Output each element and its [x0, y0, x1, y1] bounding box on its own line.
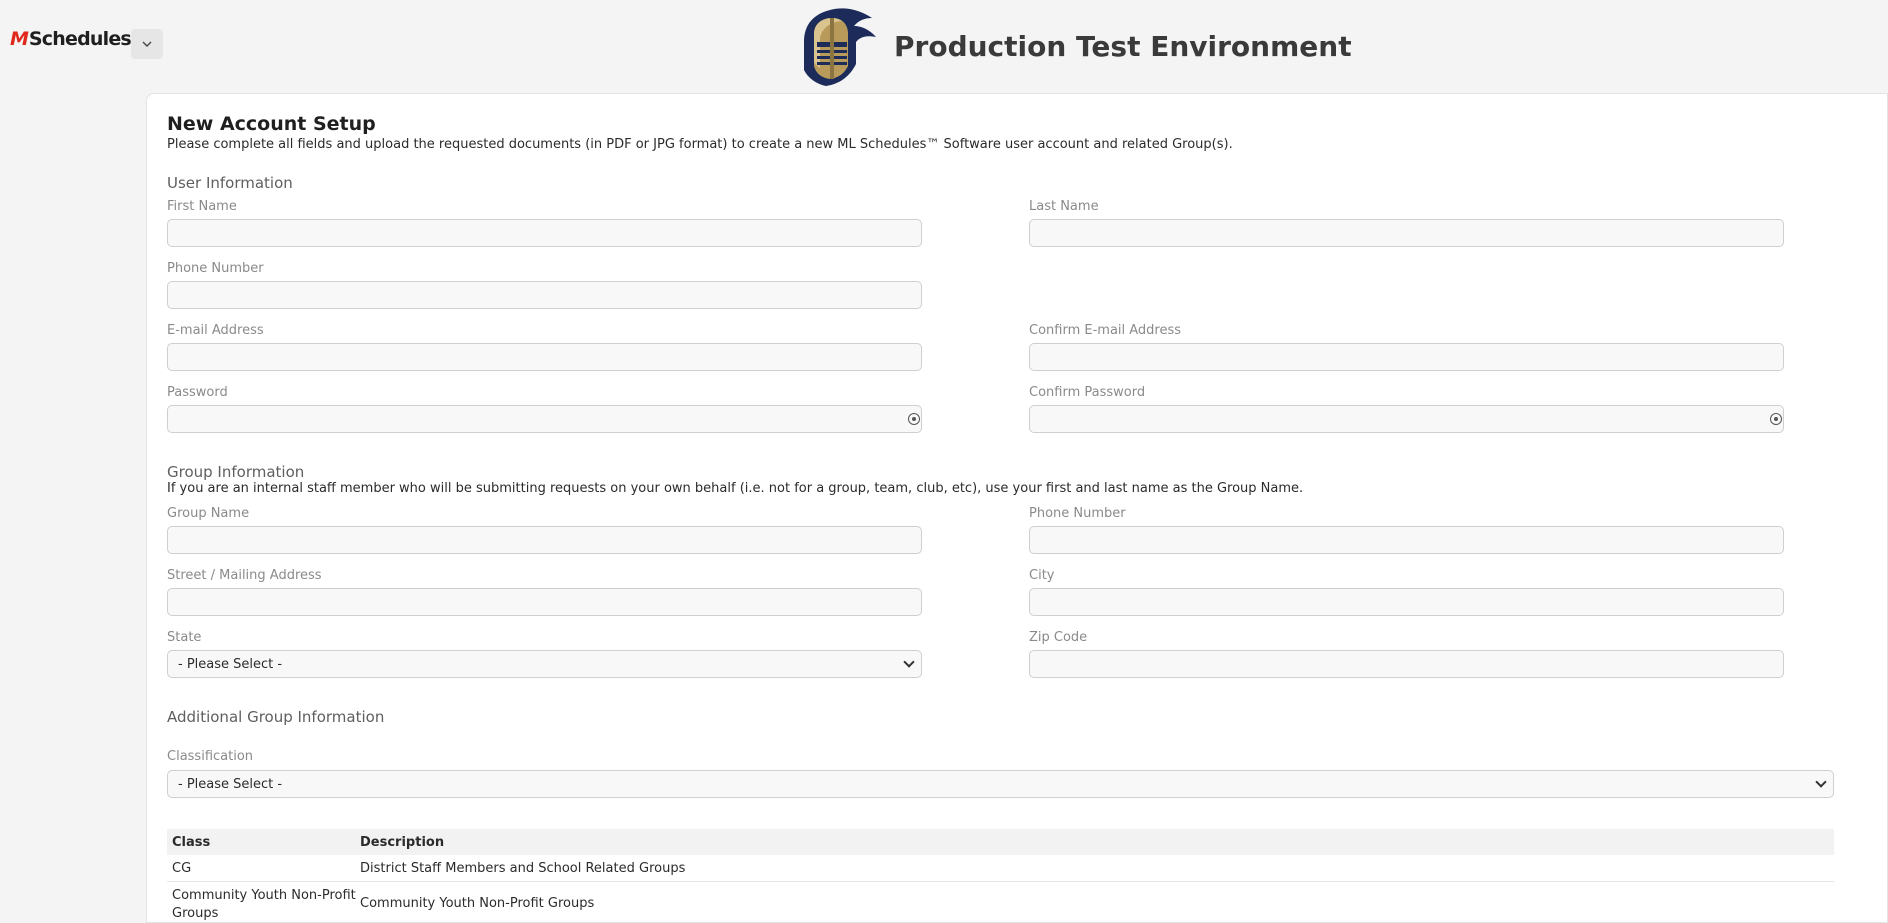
row-class: Community Youth Non-Profit Groups — [172, 888, 356, 921]
classification-label: Classification — [167, 749, 254, 764]
row-description: Community Youth Non-Profit Groups — [360, 896, 595, 911]
classification-select[interactable]: - Please Select - — [167, 770, 1834, 798]
street-label: Street / Mailing Address — [167, 568, 322, 583]
city-input[interactable] — [1029, 588, 1784, 616]
password-input[interactable] — [167, 405, 922, 433]
confirm-email-input[interactable] — [1029, 343, 1784, 371]
environment-header: Production Test Environment — [790, 4, 1352, 88]
account-setup-card: New Account Setup Please complete all fi… — [146, 93, 1888, 923]
user-phone-label: Phone Number — [167, 261, 264, 276]
confirm-email-label: Confirm E-mail Address — [1029, 323, 1182, 338]
email-input[interactable] — [167, 343, 922, 371]
confirm-password-label: Confirm Password — [1029, 385, 1146, 400]
chevron-down-icon — [142, 41, 152, 47]
page-intro: Please complete all fields and upload th… — [167, 137, 1233, 152]
group-info-heading: Group Information — [167, 463, 305, 481]
table-header-class: Class — [172, 834, 211, 850]
brand-name: Schedules — [28, 28, 132, 50]
knight-helmet-logo — [804, 8, 876, 87]
classification-table: Class Description CG District Staff Memb… — [167, 829, 1834, 922]
group-phone-input[interactable] — [1029, 526, 1784, 554]
password-label: Password — [167, 385, 228, 400]
last-name-input[interactable] — [1029, 219, 1784, 247]
brand-logo[interactable]: M Schedules — [10, 28, 132, 50]
first-name-input[interactable] — [167, 219, 922, 247]
table-row: Community Youth Non-Profit Groups Commun… — [167, 882, 1834, 922]
state-select-value: - Please Select - — [178, 656, 283, 672]
chevron-down-icon — [1815, 776, 1827, 788]
row-class: CG — [172, 860, 192, 876]
chevron-down-icon — [903, 656, 915, 668]
table-header: Class Description — [167, 829, 1834, 855]
table-header-description: Description — [360, 834, 445, 850]
environment-title: Production Test Environment — [894, 29, 1352, 63]
state-select[interactable]: - Please Select - — [167, 650, 922, 678]
row-description: District Staff Members and School Relate… — [360, 860, 686, 876]
email-label: E-mail Address — [167, 323, 264, 338]
confirm-password-input[interactable] — [1029, 405, 1784, 433]
classification-select-value: - Please Select - — [178, 776, 283, 792]
last-name-label: Last Name — [1029, 199, 1099, 214]
zip-label: Zip Code — [1029, 630, 1088, 645]
app-menu-button[interactable] — [131, 29, 163, 59]
group-name-label: Group Name — [167, 506, 250, 521]
street-input[interactable] — [167, 588, 922, 616]
state-label: State — [167, 630, 202, 645]
user-phone-input[interactable] — [167, 281, 922, 309]
group-name-input[interactable] — [167, 526, 922, 554]
table-row: CG District Staff Members and School Rel… — [167, 855, 1834, 882]
eye-icon[interactable] — [1770, 413, 1782, 425]
first-name-label: First Name — [167, 199, 237, 214]
brand-mark: M — [10, 28, 29, 50]
additional-info-heading: Additional Group Information — [167, 708, 385, 726]
zip-input[interactable] — [1029, 650, 1784, 678]
eye-icon[interactable] — [908, 413, 920, 425]
group-phone-label: Phone Number — [1029, 506, 1126, 521]
city-label: City — [1029, 568, 1055, 583]
group-info-note: If you are an internal staff member who … — [167, 481, 1304, 496]
user-info-heading: User Information — [167, 174, 293, 192]
top-bar: M Schedules Production Test Environment — [0, 0, 1888, 92]
page-title: New Account Setup — [167, 113, 376, 135]
